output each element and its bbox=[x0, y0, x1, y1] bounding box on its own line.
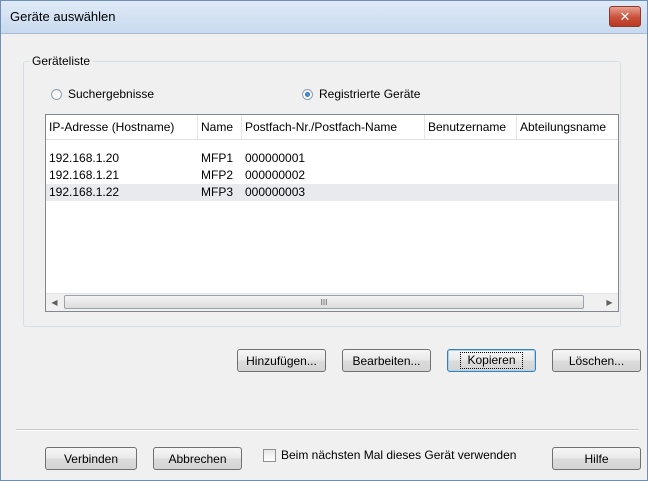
add-button[interactable]: Hinzufügen... bbox=[237, 349, 326, 372]
column-header-mailbox[interactable]: Postfach-Nr./Postfach-Name bbox=[242, 115, 425, 139]
arrow-right-icon: ▶ bbox=[606, 298, 613, 307]
table-row-selected[interactable]: 192.168.1.22 MFP3 000000003 bbox=[46, 184, 618, 201]
connect-button[interactable]: Verbinden bbox=[45, 447, 137, 470]
close-icon: ✕ bbox=[619, 8, 631, 24]
column-header-name[interactable]: Name bbox=[198, 115, 242, 139]
close-button[interactable]: ✕ bbox=[609, 6, 641, 27]
radio-label-search-results: Suchergebnisse bbox=[68, 87, 155, 101]
copy-button-label: Kopieren bbox=[460, 352, 523, 369]
copy-button[interactable]: Kopieren bbox=[447, 349, 536, 372]
scroll-thumb[interactable]: III bbox=[64, 295, 584, 309]
footer-divider bbox=[16, 429, 639, 431]
radio-circle-checked bbox=[302, 88, 313, 100]
device-list-group-label: Geräteliste bbox=[29, 54, 94, 68]
device-list-view[interactable]: IP-Adresse (Hostname) Name Postfach-Nr./… bbox=[45, 114, 619, 312]
cell-ip: 192.168.1.20 bbox=[49, 151, 120, 165]
arrow-left-icon: ◀ bbox=[51, 298, 58, 307]
column-header-ip[interactable]: IP-Adresse (Hostname) bbox=[46, 115, 198, 139]
grip-icon: III bbox=[320, 297, 328, 307]
cell-name: MFP2 bbox=[201, 168, 234, 182]
title-bar[interactable]: Geräte auswählen ✕ bbox=[1, 1, 647, 34]
remember-device-label: Beim nächsten Mal dieses Gerät verwenden bbox=[281, 448, 517, 462]
cell-name: MFP1 bbox=[201, 151, 234, 165]
scroll-right-button[interactable]: ▶ bbox=[601, 294, 618, 311]
cell-ip: 192.168.1.21 bbox=[49, 168, 120, 182]
help-button[interactable]: Hilfe bbox=[552, 447, 641, 470]
cell-name: MFP3 bbox=[201, 185, 234, 199]
dialog-title: Geräte auswählen bbox=[10, 9, 116, 24]
remember-device-checkbox[interactable]: Beim nächsten Mal dieses Gerät verwenden bbox=[263, 448, 516, 462]
cell-mailbox: 000000001 bbox=[245, 151, 306, 165]
list-header: IP-Adresse (Hostname) Name Postfach-Nr./… bbox=[46, 115, 618, 140]
cell-mailbox: 000000003 bbox=[245, 185, 306, 199]
edit-button[interactable]: Bearbeiten... bbox=[342, 349, 431, 372]
checkbox-box[interactable] bbox=[263, 448, 276, 462]
delete-button[interactable]: Löschen... bbox=[552, 349, 641, 372]
cell-ip: 192.168.1.22 bbox=[49, 185, 120, 199]
cell-mailbox: 000000002 bbox=[245, 168, 306, 182]
radio-circle-unchecked bbox=[51, 88, 62, 100]
scroll-left-button[interactable]: ◀ bbox=[46, 294, 63, 311]
radio-search-results[interactable]: Suchergebnisse bbox=[51, 87, 154, 101]
cancel-button[interactable]: Abbrechen bbox=[153, 447, 242, 470]
radio-label-registered-devices: Registrierte Geräte bbox=[319, 87, 421, 101]
radio-registered-devices[interactable]: Registrierte Geräte bbox=[302, 87, 420, 101]
table-row[interactable]: 192.168.1.21 MFP2 000000002 bbox=[46, 167, 618, 184]
column-header-department[interactable]: Abteilungsname bbox=[517, 115, 618, 139]
table-row[interactable]: 192.168.1.20 MFP1 000000001 bbox=[46, 150, 618, 167]
device-select-dialog: Geräte auswählen ✕ Geräteliste Suchergeb… bbox=[0, 0, 648, 481]
horizontal-scrollbar[interactable]: ◀ III ▶ bbox=[46, 293, 618, 311]
column-header-username[interactable]: Benutzername bbox=[425, 115, 517, 139]
